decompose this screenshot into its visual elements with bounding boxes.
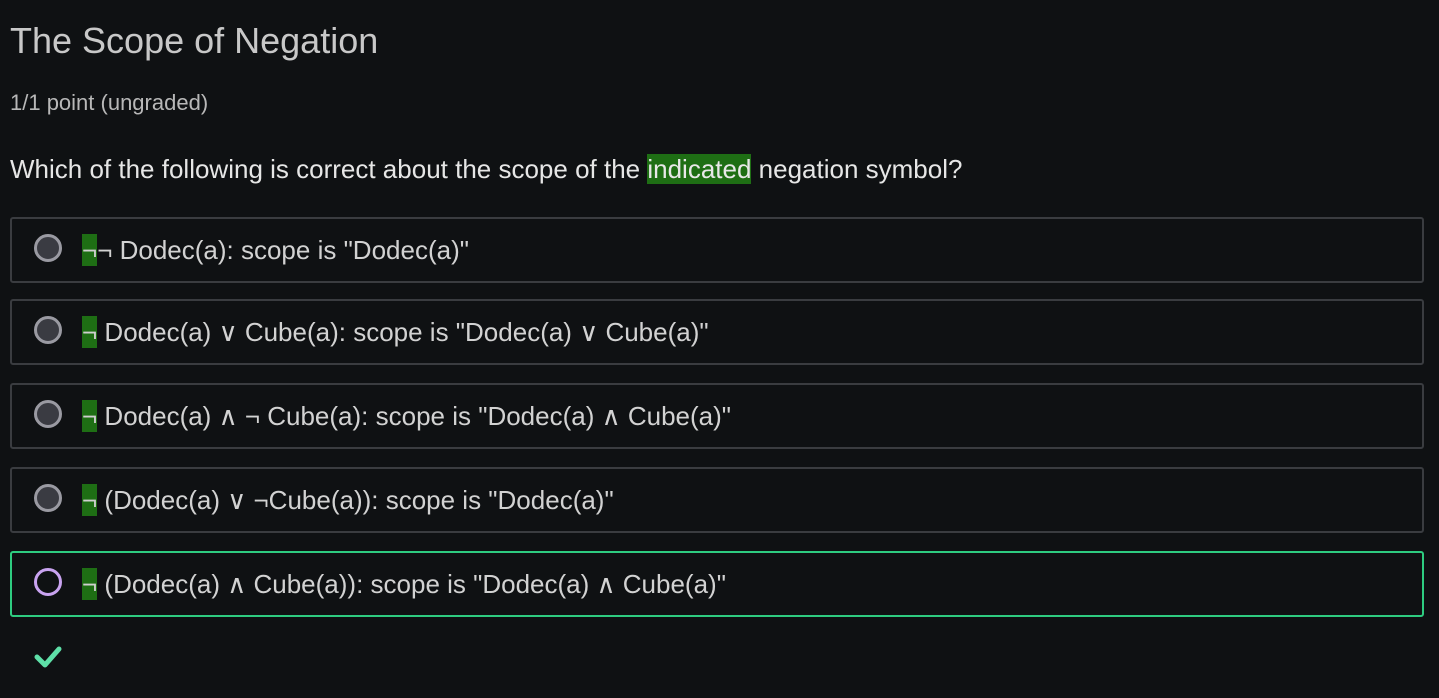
answer-option-text: (Dodec(a) ∨ ¬Cube(a)): scope is "Dodec(a… bbox=[97, 485, 614, 515]
radio-button-icon[interactable] bbox=[34, 484, 62, 512]
radio-button-icon[interactable] bbox=[34, 568, 62, 596]
question-highlight: indicated bbox=[647, 154, 752, 184]
problem-container: The Scope of Negation 1/1 point (ungrade… bbox=[0, 0, 1439, 698]
negation-highlight: ¬ bbox=[82, 234, 98, 266]
answer-option-text: ¬ Dodec(a): scope is "Dodec(a)" bbox=[97, 235, 469, 265]
negation-highlight: ¬ bbox=[82, 316, 98, 348]
negation-highlight: ¬ bbox=[82, 568, 98, 600]
negation-highlight: ¬ bbox=[82, 400, 98, 432]
answer-option-text: Dodec(a) ∨ Cube(a): scope is "Dodec(a) ∨… bbox=[97, 317, 709, 347]
answer-option-label: ¬ Dodec(a) ∨ Cube(a): scope is "Dodec(a)… bbox=[82, 316, 709, 348]
answer-option-text: (Dodec(a) ∧ Cube(a)): scope is "Dodec(a)… bbox=[97, 569, 726, 599]
answer-option-label: ¬ Dodec(a) ∧ ¬ Cube(a): scope is "Dodec(… bbox=[82, 400, 731, 432]
answer-option-5-selected[interactable]: ¬ (Dodec(a) ∧ Cube(a)): scope is "Dodec(… bbox=[10, 551, 1424, 617]
answer-option-label: ¬¬ Dodec(a): scope is "Dodec(a)" bbox=[82, 234, 469, 266]
radio-button-icon[interactable] bbox=[34, 400, 62, 428]
answer-option-text: Dodec(a) ∧ ¬ Cube(a): scope is "Dodec(a)… bbox=[97, 401, 732, 431]
question-before: Which of the following is correct about … bbox=[10, 154, 648, 184]
question-after: negation symbol? bbox=[751, 154, 963, 184]
negation-highlight: ¬ bbox=[82, 484, 98, 516]
answer-option-2[interactable]: ¬ Dodec(a) ∨ Cube(a): scope is "Dodec(a)… bbox=[10, 299, 1424, 365]
answer-option-label: ¬ (Dodec(a) ∨ ¬Cube(a)): scope is "Dodec… bbox=[82, 484, 614, 516]
radio-button-icon[interactable] bbox=[34, 234, 62, 262]
page-title: The Scope of Negation bbox=[10, 20, 379, 61]
answer-option-1[interactable]: ¬¬ Dodec(a): scope is "Dodec(a)" bbox=[10, 217, 1424, 283]
answer-option-4[interactable]: ¬ (Dodec(a) ∨ ¬Cube(a)): scope is "Dodec… bbox=[10, 467, 1424, 533]
answer-option-label: ¬ (Dodec(a) ∧ Cube(a)): scope is "Dodec(… bbox=[82, 568, 726, 600]
radio-button-icon[interactable] bbox=[34, 316, 62, 344]
points-label: 1/1 point (ungraded) bbox=[10, 90, 209, 115]
answer-option-3[interactable]: ¬ Dodec(a) ∧ ¬ Cube(a): scope is "Dodec(… bbox=[10, 383, 1424, 449]
checkmark-icon bbox=[34, 646, 62, 668]
question-text: Which of the following is correct about … bbox=[10, 153, 962, 185]
